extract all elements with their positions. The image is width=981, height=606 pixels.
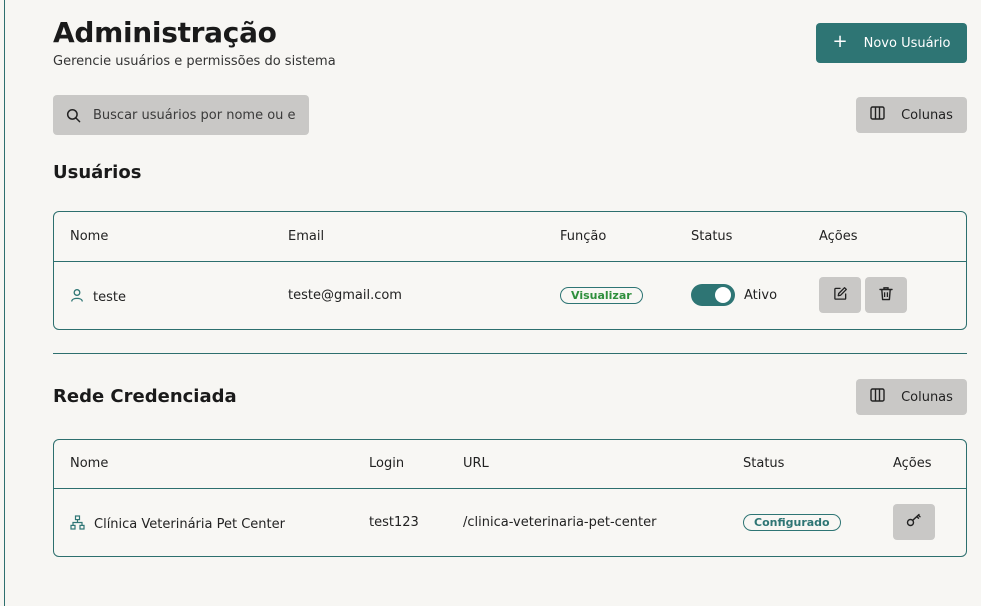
network-icon: [70, 515, 85, 534]
page-title: Administração: [53, 16, 277, 49]
network-table-header: Nome Login URL Status Ações: [54, 440, 966, 489]
network-table: Nome Login URL Status Ações Clínica Vete…: [53, 439, 967, 557]
header-status: Status: [691, 229, 733, 244]
columns-label: Colunas: [901, 107, 953, 123]
actions-cell: [819, 277, 907, 313]
network-name: Clínica Veterinária Pet Center: [94, 517, 285, 532]
section-divider: [53, 353, 967, 354]
network-login: test123: [369, 515, 419, 530]
trash-icon: [879, 286, 893, 305]
table-row: teste teste@gmail.com Visualizar Ativo: [54, 262, 966, 329]
header-role: Função: [560, 229, 607, 244]
header-status: Status: [743, 456, 785, 471]
header-login: Login: [369, 456, 405, 471]
table-row: Clínica Veterinária Pet Center test123 /…: [54, 489, 966, 556]
header-name: Nome: [70, 456, 109, 471]
user-name-cell: teste: [70, 288, 126, 306]
search-box[interactable]: [53, 95, 309, 135]
network-section-title: Rede Credenciada: [53, 386, 237, 407]
header-actions: Ações: [893, 456, 932, 471]
edit-button[interactable]: [819, 277, 861, 313]
toggle-knob: [715, 287, 731, 303]
columns-icon: [870, 106, 885, 124]
columns-label: Colunas: [901, 389, 953, 405]
page-subtitle: Gerencie usuários e permissões do sistem…: [53, 54, 336, 69]
edit-icon: [833, 286, 848, 305]
search-icon: [53, 108, 93, 123]
network-name-cell: Clínica Veterinária Pet Center: [70, 515, 285, 534]
user-email: teste@gmail.com: [288, 288, 402, 303]
network-actions-cell: [893, 504, 935, 540]
header-name: Nome: [70, 229, 109, 244]
users-table-header: Nome Email Função Status Ações: [54, 212, 966, 262]
status-toggle[interactable]: [691, 284, 735, 306]
delete-button[interactable]: [865, 277, 907, 313]
header-actions: Ações: [819, 229, 858, 244]
user-name: teste: [93, 289, 126, 305]
plus-icon: +: [832, 31, 848, 52]
role-cell: Visualizar: [560, 287, 643, 304]
left-border: [4, 0, 5, 606]
key-icon: [906, 513, 922, 531]
status-badge: Configurado: [743, 514, 841, 531]
role-badge: Visualizar: [560, 287, 643, 304]
network-columns-button[interactable]: Colunas: [856, 379, 967, 415]
users-columns-button[interactable]: Colunas: [856, 97, 967, 133]
new-user-button[interactable]: + Novo Usuário: [816, 23, 967, 63]
search-input[interactable]: [93, 107, 303, 123]
network-url: /clinica-veterinaria-pet-center: [463, 515, 657, 530]
users-section-title: Usuários: [53, 162, 142, 183]
columns-icon: [870, 388, 885, 406]
network-status-cell: Configurado: [743, 514, 841, 531]
new-user-label: Novo Usuário: [863, 35, 951, 51]
user-icon: [70, 288, 84, 306]
header-url: URL: [463, 456, 489, 471]
key-button[interactable]: [893, 504, 935, 540]
status-cell: Ativo: [691, 284, 777, 306]
users-table: Nome Email Função Status Ações teste tes…: [53, 211, 967, 330]
status-label: Ativo: [744, 287, 778, 303]
header-email: Email: [288, 229, 325, 244]
